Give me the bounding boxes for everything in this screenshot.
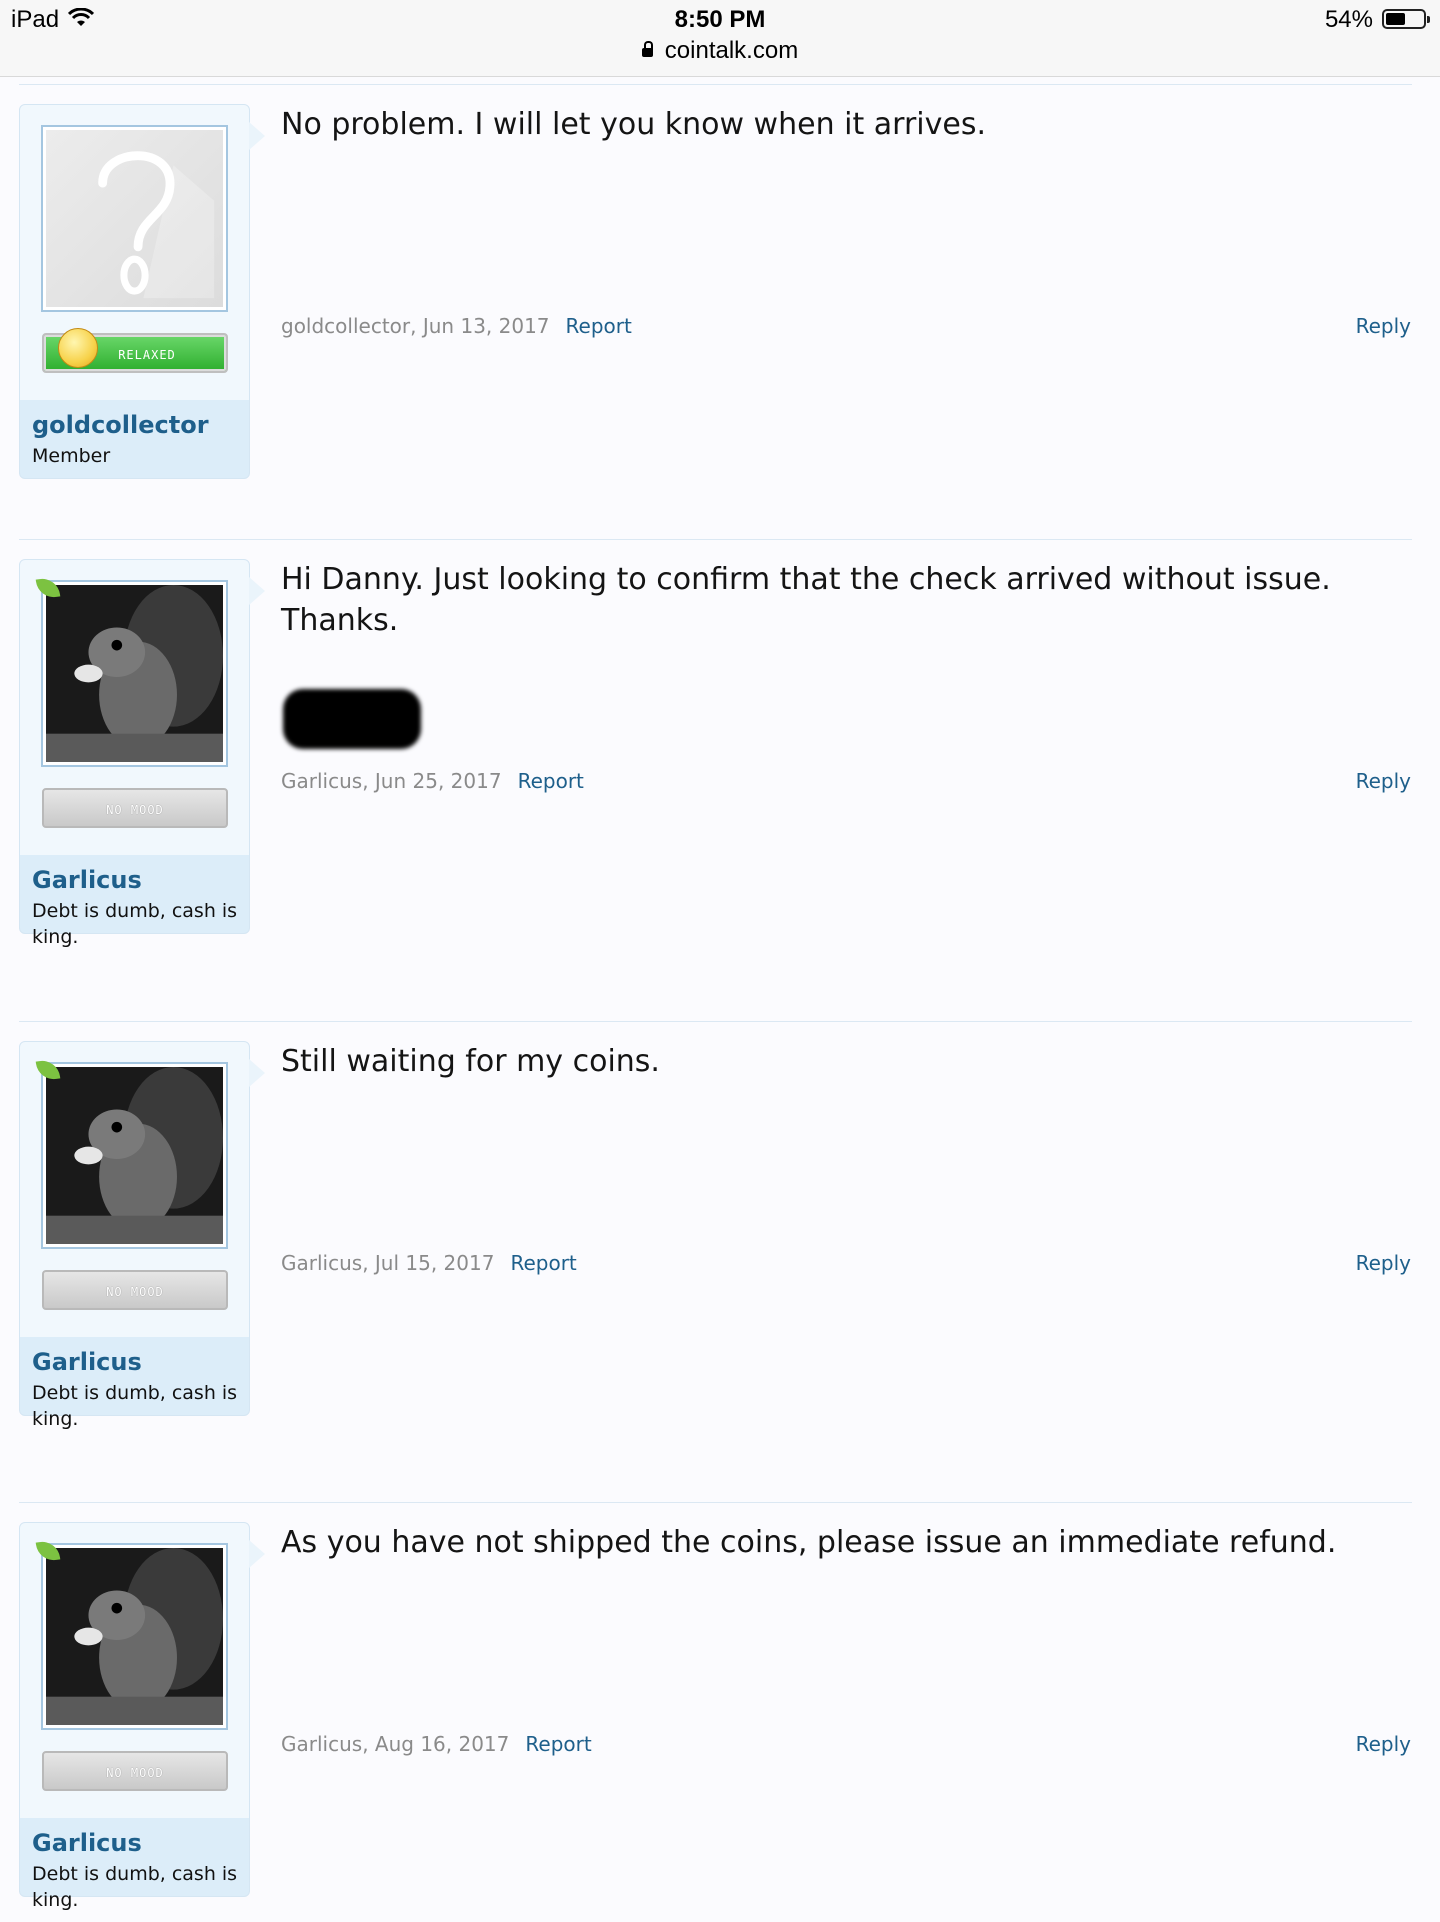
username-link[interactable]: Garlicus <box>32 1348 142 1376</box>
lock-icon <box>641 41 653 57</box>
mood-badge[interactable]: RELAXED <box>42 328 228 373</box>
post-meta: Garlicus, Aug 16, 2017 Report <box>281 1732 592 1756</box>
user-info-panel: NO MOOD Garlicus Debt is dumb, cash is k… <box>19 1041 250 1430</box>
post: NO MOOD Garlicus Debt is dumb, cash is k… <box>0 1041 1440 1441</box>
mood-badge[interactable]: NO MOOD <box>42 788 228 828</box>
panel-arrow <box>249 1540 265 1568</box>
user-title: Member <box>32 445 111 467</box>
post-divider <box>19 1021 1412 1022</box>
reply-link[interactable]: Reply <box>1356 314 1411 338</box>
report-link[interactable]: Report <box>510 1251 576 1275</box>
user-info-panel: RELAXED goldcollector Member <box>19 104 250 479</box>
report-link[interactable]: Report <box>566 314 632 338</box>
post-date[interactable]: Jul 15, 2017 <box>375 1251 495 1275</box>
post: RELAXED goldcollector Member No problem.… <box>0 104 1440 504</box>
squirrel-photo <box>46 1548 223 1725</box>
user-info-panel: NO MOOD Garlicus Debt is dumb, cash is k… <box>19 1522 250 1911</box>
report-link[interactable]: Report <box>525 1732 591 1756</box>
report-link[interactable]: Report <box>518 769 584 793</box>
mood-badge[interactable]: NO MOOD <box>42 1270 228 1310</box>
post-meta: goldcollector, Jun 13, 2017 Report <box>281 314 632 338</box>
status-bar: iPad 8:50 PM cointalk.com 54% <box>0 0 1440 77</box>
post-divider <box>19 539 1412 540</box>
avatar[interactable] <box>41 580 228 767</box>
address-bar[interactable]: cointalk.com <box>0 37 1440 65</box>
post-author[interactable]: Garlicus <box>281 1732 362 1756</box>
battery-percentage: 54% <box>1324 6 1373 33</box>
post: NO MOOD Garlicus Debt is dumb, cash is k… <box>0 1522 1440 1922</box>
mood-label: RELAXED <box>118 348 176 362</box>
user-title: Debt is dumb, cash is king. <box>32 1382 238 1430</box>
post-message: Still waiting for my coins. <box>281 1044 660 1079</box>
username-link[interactable]: Garlicus <box>32 866 142 894</box>
user-title: Debt is dumb, cash is king. <box>32 900 238 948</box>
squirrel-avatar-icon <box>46 1548 223 1725</box>
post-author[interactable]: Garlicus <box>281 769 362 793</box>
post-meta: Garlicus, Jul 15, 2017 Report <box>281 1251 577 1275</box>
reply-link[interactable]: Reply <box>1356 769 1411 793</box>
username-link[interactable]: Garlicus <box>32 1829 142 1857</box>
post-date[interactable]: Aug 16, 2017 <box>375 1732 509 1756</box>
squirrel-avatar-icon <box>46 585 223 762</box>
post-message: Hi Danny. Just looking to confirm that t… <box>281 562 1331 638</box>
post-date[interactable]: Jun 25, 2017 <box>375 769 502 793</box>
battery-level <box>1386 13 1406 25</box>
post-date[interactable]: Jun 13, 2017 <box>423 314 550 338</box>
post-author[interactable]: goldcollector <box>281 314 410 338</box>
reply-link[interactable]: Reply <box>1356 1732 1411 1756</box>
post-divider <box>19 1502 1412 1503</box>
user-title: Debt is dumb, cash is king. <box>32 1863 238 1911</box>
default-avatar-icon <box>46 130 223 307</box>
avatar[interactable] <box>41 1062 228 1249</box>
post-meta: Garlicus, Jun 25, 2017 Report <box>281 769 584 793</box>
post-author[interactable]: Garlicus <box>281 1251 362 1275</box>
squirrel-avatar-icon <box>46 1067 223 1244</box>
post: NO MOOD Garlicus Debt is dumb, cash is k… <box>0 559 1440 959</box>
smiley-icon <box>58 328 98 368</box>
panel-arrow <box>249 122 265 150</box>
panel-arrow <box>249 577 265 605</box>
squirrel-photo <box>46 1067 223 1244</box>
question-mark-icon <box>98 151 215 299</box>
post-divider <box>19 84 1412 85</box>
mood-badge[interactable]: NO MOOD <box>42 1751 228 1791</box>
squirrel-photo <box>46 585 223 762</box>
username-link[interactable]: goldcollector <box>32 411 209 439</box>
panel-arrow <box>249 1059 265 1087</box>
user-info-panel: NO MOOD Garlicus Debt is dumb, cash is k… <box>19 559 250 948</box>
avatar[interactable] <box>41 1543 228 1730</box>
redacted-signature <box>283 689 421 749</box>
avatar[interactable] <box>41 125 228 312</box>
post-message: No problem. I will let you know when it … <box>281 107 986 142</box>
clock: 8:50 PM <box>674 6 766 33</box>
battery-icon <box>1382 9 1430 29</box>
post-message: As you have not shipped the coins, pleas… <box>281 1525 1337 1560</box>
reply-link[interactable]: Reply <box>1356 1251 1411 1275</box>
url-text: cointalk.com <box>664 37 799 64</box>
